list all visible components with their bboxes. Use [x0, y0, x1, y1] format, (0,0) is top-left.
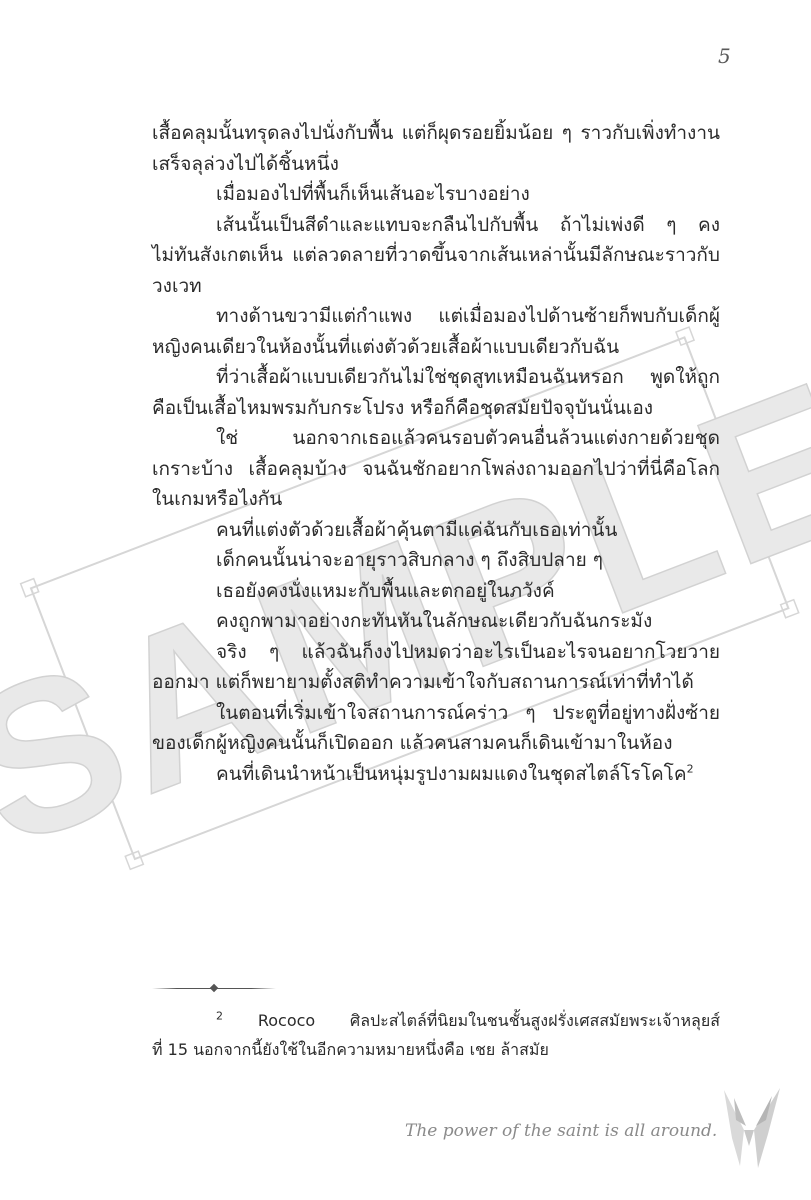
page-number: 5	[718, 44, 731, 68]
paragraph: ที่ว่าเสื้อผ้าแบบเดียวกันไม่ใช่ชุดสูทเหม…	[152, 366, 720, 419]
paragraph: เส้นนั้นเป็นสีดำและแทบจะกลืนไปกับพื้น ถ้…	[152, 213, 720, 297]
paragraph: เธอยังคงนั่งแหมะกับพื้นและตกอยู่ในภวังค์	[216, 579, 555, 602]
footer-slogan: The power of the saint is all around.	[405, 1121, 718, 1141]
paragraph: คงถูกพามาอย่างกะทันหันในลักษณะเดียวกับฉั…	[216, 610, 653, 632]
paragraph: คนที่เดินนำหน้าเป็นหนุ่มรูปงามผมแดงในชุด…	[216, 762, 694, 785]
paragraph: ทางด้านขวามีแต่กำแพง แต่เมื่อมองไปด้านซ้…	[152, 305, 720, 358]
paragraph: เสื้อคลุมนั้นทรุดลงไปนั่งกับพื้น แต่ก็ผุ…	[152, 122, 720, 175]
footnote: 2 Rococo ศิลปะสไตล์ที่นิยมในชนชั้นสูงฝรั…	[152, 1006, 720, 1064]
wing-logo-icon	[724, 1088, 780, 1168]
paragraph: ใช่ นอกจากเธอแล้วคนรอบตัวคนอื่นล้วนแต่งก…	[152, 427, 720, 510]
paragraph: คนที่แต่งตัวด้วยเสื้อผ้าคุ้นตามีแค่ฉันกั…	[216, 518, 618, 541]
paragraph: เด็กคนนั้นน่าจะอายุราวสิบกลาง ๆ ถึงสิบปล…	[216, 549, 603, 571]
footnote-text: ที่ 15 นอกจากนี้ยังใช้ในอีกความหมายหนึ่ง…	[152, 1040, 549, 1059]
footnote-reference: 2	[686, 762, 694, 776]
footnote-text: Rococo ศิลปะสไตล์ที่นิยมในชนชั้นสูงฝรั่ง…	[257, 1011, 720, 1030]
footnote-marker: 2	[216, 1009, 223, 1023]
paragraph: เมื่อมองไปที่พื้นก็เห็นเส้นอะไรบางอย่าง	[216, 183, 530, 205]
paragraph: จริง ๆ แล้วฉันก็งงไปหมดว่าอะไรเป็นอะไรจน…	[152, 640, 720, 694]
footnote-divider-ornament	[209, 983, 219, 993]
paragraph: ในตอนที่เริ่มเข้าใจสถานการณ์คร่าว ๆ ประต…	[152, 701, 720, 755]
body-text: เสื้อคลุมนั้นทรุดลงไปนั่งกับพื้น แต่ก็ผุ…	[152, 118, 720, 789]
